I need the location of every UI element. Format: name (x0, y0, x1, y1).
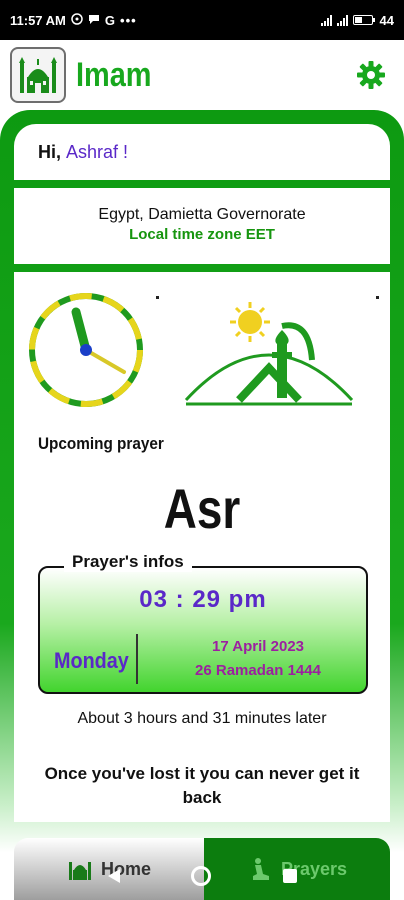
signal-icon-2 (336, 14, 348, 26)
home-circle-icon[interactable] (191, 866, 211, 886)
prayer-day: Monday (54, 648, 129, 673)
prayer-info-box: Prayer's infos 03 : 29 pm Monday 17 Apri… (38, 552, 368, 694)
status-bar: 11:57 AM G ••• 44 (0, 0, 404, 40)
greeting-card: Hi, Ashraf ! (14, 124, 390, 180)
prayer-card: Upcoming prayer Asr Prayer's infos 03 : … (14, 272, 390, 822)
gear-icon[interactable] (356, 60, 386, 90)
chat-icon (88, 13, 100, 28)
back-icon[interactable] (106, 868, 122, 884)
prayer-info-legend: Prayer's infos (64, 552, 192, 572)
whatsapp-icon (71, 12, 83, 28)
decor-dot (156, 296, 159, 299)
tab-prayers[interactable]: Prayers (204, 838, 390, 900)
status-time: 11:57 AM (10, 12, 66, 28)
upcoming-prayer-label: Upcoming prayer (38, 434, 164, 453)
remaining-time-text: About 3 hours and 31 minutes later (77, 710, 327, 727)
recent-apps-icon[interactable] (283, 869, 297, 883)
mosque-sun-illustration (184, 302, 354, 406)
gregorian-date: 17 April 2023 (212, 638, 304, 655)
mosque-icon (68, 862, 91, 880)
decor-dot (376, 296, 379, 299)
info-divider (136, 634, 138, 684)
upcoming-prayer-name: Asr (163, 477, 241, 540)
battery-level: 44 (379, 12, 394, 28)
location-card: Egypt, Damietta Governorate Local time z… (14, 188, 390, 264)
battery-icon (352, 15, 375, 25)
hijri-date: 26 Ramadan 1444 (195, 662, 321, 679)
user-name: Ashraf ! (66, 141, 129, 162)
google-icon: G (104, 12, 116, 28)
app-header: Imam (0, 40, 404, 110)
mosque-icon (10, 47, 66, 103)
signal-icon (320, 14, 332, 26)
clock-icon (29, 293, 143, 407)
greeting-prefix: Hi, (38, 141, 62, 162)
quote-text: Once you've lost it you can never get it… (44, 764, 360, 807)
timezone-text: Local time zone EET (129, 226, 275, 243)
location-text: Egypt, Damietta Governorate (98, 206, 306, 223)
praying-person-icon (252, 858, 269, 880)
prayer-time: 03 : 29 pm (139, 586, 267, 613)
app-title: Imam (76, 55, 152, 94)
more-dots-icon: ••• (120, 12, 137, 28)
